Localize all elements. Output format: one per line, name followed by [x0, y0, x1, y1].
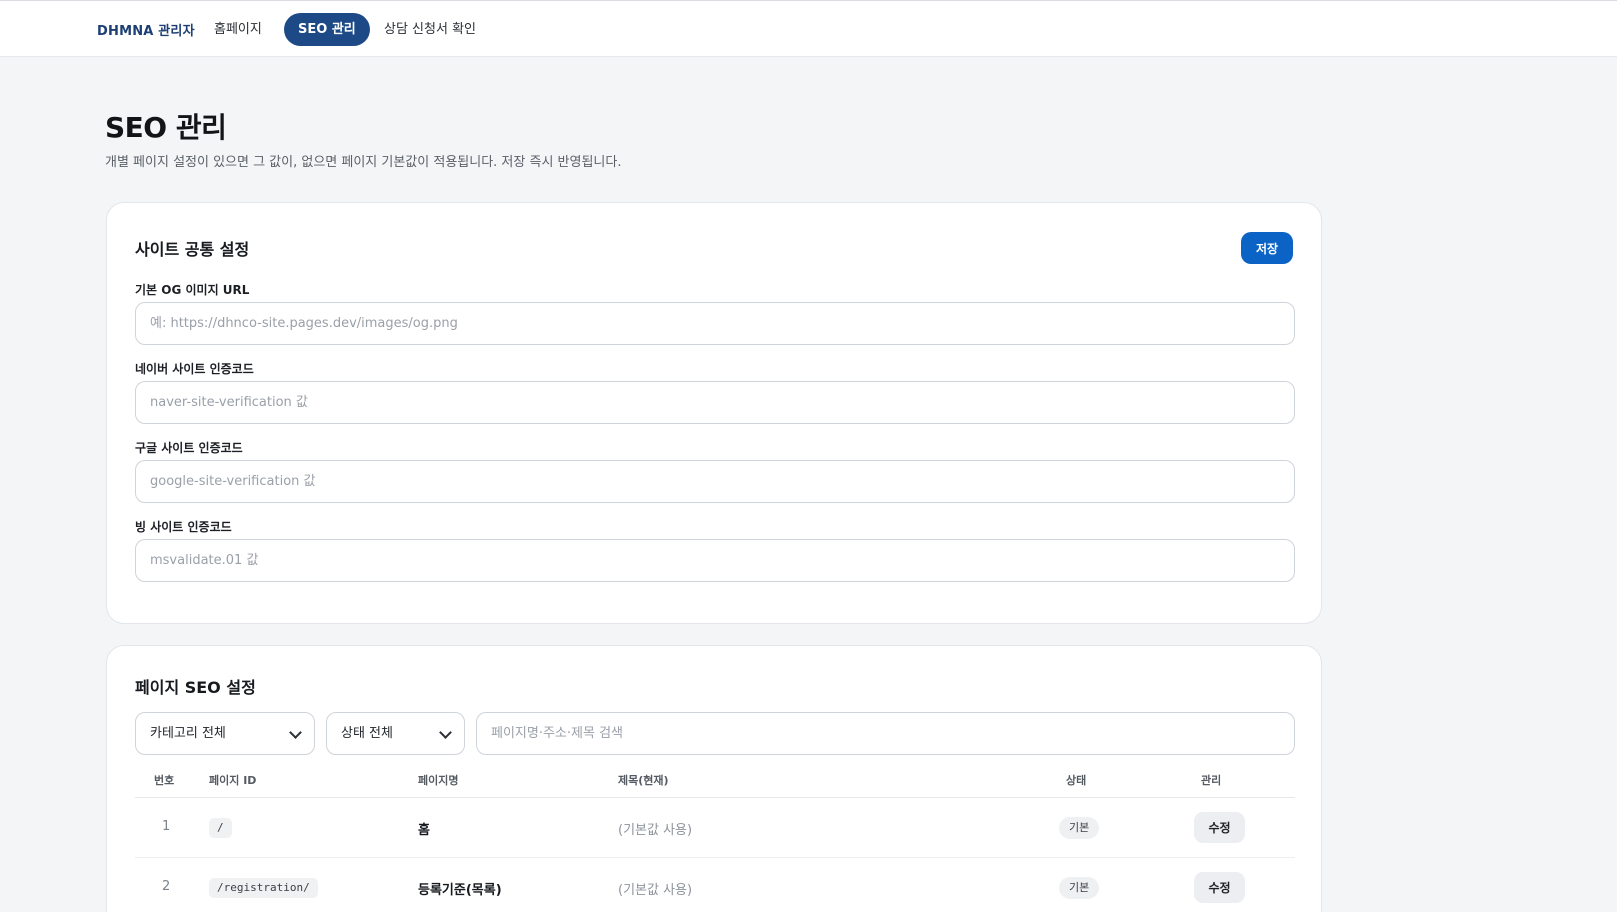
- table-row: 1 / 홈 (기본값 사용) 기본 수정: [135, 798, 1295, 858]
- row-title: (기본값 사용): [618, 823, 693, 838]
- page-search-input[interactable]: [476, 712, 1295, 755]
- page-seo-card: 페이지 SEO 설정 카테고리 전체 상태 전체 번호 페이지 ID 페이지명 …: [106, 645, 1322, 912]
- page-title: SEO 관리: [105, 111, 227, 144]
- row-number: 1: [162, 819, 171, 834]
- status-badge: 기본: [1059, 877, 1100, 899]
- row-page-id: /registration/: [209, 878, 318, 898]
- col-manage: 관리: [1201, 774, 1222, 787]
- col-page-name: 페이지명: [418, 774, 459, 787]
- row-page-name: 홈: [418, 823, 430, 838]
- table-header: 번호 페이지 ID 페이지명 제목(현재) 상태 관리: [135, 760, 1295, 798]
- save-button[interactable]: 저장: [1241, 232, 1293, 264]
- bing-code-input[interactable]: [135, 539, 1295, 582]
- site-settings-card: 사이트 공통 설정 저장 기본 OG 이미지 URL 네이버 사이트 인증코드 …: [106, 202, 1322, 624]
- col-title: 제목(현재): [618, 774, 669, 787]
- google-code-input[interactable]: [135, 460, 1295, 503]
- nav-item-consultation[interactable]: 상담 신청서 확인: [370, 13, 490, 46]
- og-image-input[interactable]: [135, 302, 1295, 345]
- category-filter-select[interactable]: 카테고리 전체: [135, 712, 315, 755]
- status-filter-value: 상태 전체: [341, 726, 393, 741]
- row-title: (기본값 사용): [618, 883, 693, 898]
- naver-code-input[interactable]: [135, 381, 1295, 424]
- chevron-down-icon: [289, 726, 302, 739]
- edit-button[interactable]: 수정: [1194, 872, 1245, 903]
- brand-logo[interactable]: DHMNA 관리자: [97, 20, 195, 39]
- status-filter-select[interactable]: 상태 전체: [326, 712, 465, 755]
- col-page-id: 페이지 ID: [209, 774, 257, 787]
- category-filter-value: 카테고리 전체: [150, 726, 226, 741]
- nav-item-seo[interactable]: SEO 관리: [284, 13, 370, 46]
- site-settings-title: 사이트 공통 설정: [135, 240, 250, 259]
- og-image-label: 기본 OG 이미지 URL: [135, 283, 250, 297]
- row-page-name: 등록기준(목록): [418, 883, 502, 898]
- table-row: 2 /registration/ 등록기준(목록) (기본값 사용) 기본 수정: [135, 858, 1295, 912]
- row-page-id: /: [209, 818, 232, 838]
- bing-code-label: 빙 사이트 인증코드: [135, 520, 232, 534]
- nav-item-homepage[interactable]: 홈페이지: [200, 13, 276, 46]
- col-number: 번호: [154, 774, 175, 787]
- status-badge: 기본: [1059, 817, 1100, 839]
- row-number: 2: [162, 879, 171, 894]
- edit-button[interactable]: 수정: [1194, 812, 1245, 843]
- chevron-down-icon: [439, 726, 452, 739]
- google-code-label: 구글 사이트 인증코드: [135, 441, 243, 455]
- page-description: 개별 페이지 설정이 있으면 그 값이, 없으면 페이지 기본값이 적용됩니다.…: [105, 155, 622, 170]
- page-seo-title: 페이지 SEO 설정: [135, 678, 256, 697]
- top-nav: DHMNA 관리자 홈페이지 SEO 관리 상담 신청서 확인: [0, 0, 1617, 57]
- naver-code-label: 네이버 사이트 인증코드: [135, 362, 254, 376]
- col-status: 상태: [1066, 774, 1087, 787]
